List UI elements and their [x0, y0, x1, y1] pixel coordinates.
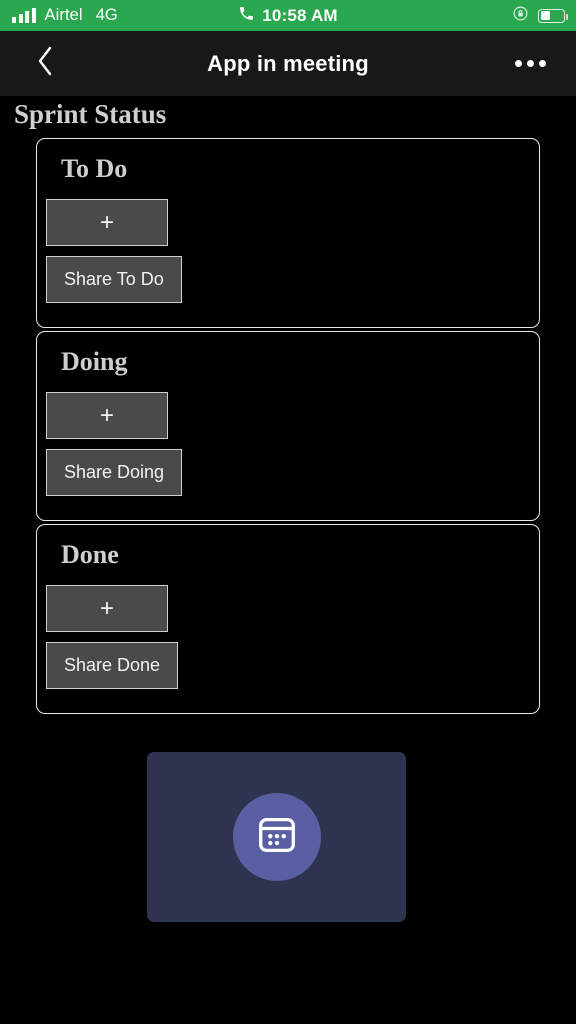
add-task-button[interactable]: +: [46, 199, 168, 246]
page-title: App in meeting: [207, 50, 369, 76]
status-bar: Airtel 4G 10:58 AM: [0, 0, 576, 31]
nav-header: App in meeting: [0, 31, 576, 96]
carrier-label: Airtel: [44, 6, 83, 24]
add-task-button[interactable]: +: [46, 585, 168, 632]
column-actions: + Share Doing: [37, 392, 539, 496]
column-title: To Do: [61, 154, 128, 183]
column-actions: + Share To Do: [37, 199, 539, 303]
share-column-button[interactable]: Share Done: [46, 642, 179, 689]
column-card-doing: Doing + Share Doing: [36, 331, 540, 521]
status-columns: To Do + Share To Do Doing + Share Doing …: [0, 138, 576, 714]
network-type-label: 4G: [95, 6, 118, 24]
clock-label: 10:58 AM: [262, 5, 338, 25]
calendar-grid-icon: [254, 812, 300, 863]
phone-screen: Airtel 4G 10:58 AM App in meeting Sprint…: [0, 0, 576, 1024]
battery-icon: [538, 8, 568, 23]
status-bar-right: [512, 0, 568, 31]
main-content: Sprint Status To Do + Share To Do Doing …: [0, 96, 576, 717]
column-title: Doing: [61, 347, 128, 376]
share-column-button[interactable]: Share To Do: [46, 256, 182, 303]
column-title: Done: [61, 540, 119, 569]
app-icon-circle: [232, 793, 321, 881]
rotation-lock-icon: [512, 5, 529, 27]
more-options-button[interactable]: [507, 31, 554, 96]
column-card-todo: To Do + Share To Do: [36, 138, 540, 328]
sprint-status-title: Sprint Status: [14, 99, 167, 129]
signal-bars-icon: [12, 8, 36, 23]
column-card-done: Done + Share Done: [36, 524, 540, 714]
more-horizontal-icon: [515, 60, 522, 67]
column-actions: + Share Done: [37, 585, 539, 689]
add-task-button[interactable]: +: [46, 392, 168, 439]
status-bar-left: Airtel 4G: [0, 6, 118, 25]
share-column-button[interactable]: Share Doing: [46, 449, 183, 496]
app-tile[interactable]: [147, 752, 406, 922]
phone-handset-icon: [238, 5, 255, 27]
